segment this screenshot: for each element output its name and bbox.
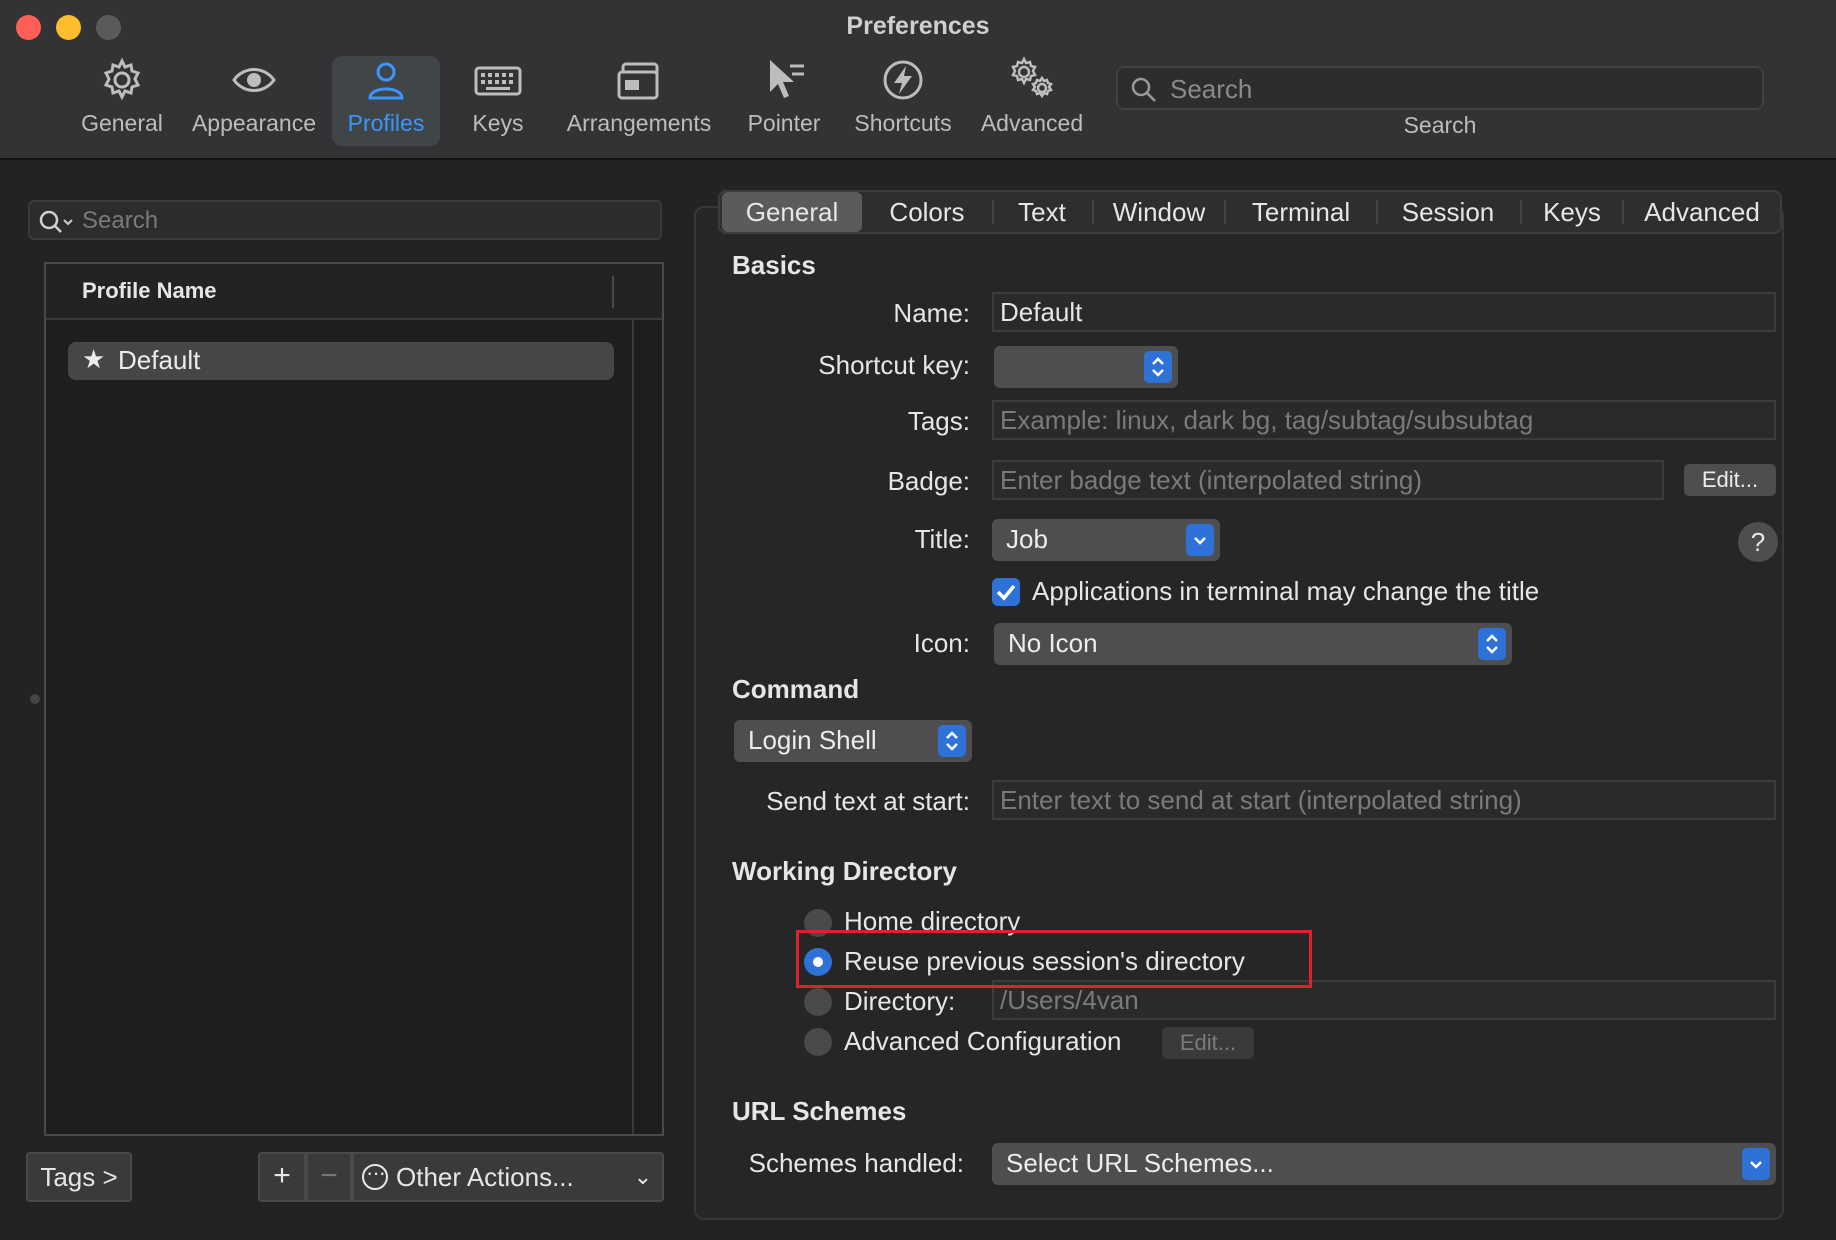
toolbar-shortcuts[interactable]: Shortcuts bbox=[850, 56, 956, 146]
toolbar-advanced[interactable]: Advanced bbox=[978, 56, 1086, 146]
tags-label: Tags: bbox=[907, 406, 970, 436]
schemes-handled-value: Select URL Schemes... bbox=[1006, 1148, 1274, 1178]
command-popup[interactable]: Login Shell bbox=[734, 720, 972, 762]
tab-text[interactable]: Text bbox=[994, 192, 1090, 232]
tab-window[interactable]: Window bbox=[1094, 192, 1224, 232]
pointer-icon bbox=[742, 56, 826, 106]
profile-search-field[interactable] bbox=[28, 200, 662, 240]
ellipsis-circle-icon bbox=[362, 1150, 388, 1196]
up-down-chevron-icon bbox=[938, 725, 966, 757]
toolbar-search-label: Search bbox=[1403, 112, 1477, 138]
toolbar-profiles[interactable]: Profiles bbox=[332, 56, 440, 146]
icon-label: Icon: bbox=[913, 628, 970, 658]
checkmark-icon bbox=[996, 584, 1016, 601]
search-options-icon[interactable] bbox=[38, 208, 78, 236]
icon-value: No Icon bbox=[1008, 628, 1098, 658]
shortcut-key-label: Shortcut key: bbox=[818, 350, 970, 380]
toolbar-search-input[interactable] bbox=[1170, 72, 1750, 106]
schemes-handled-popup[interactable]: Select URL Schemes... bbox=[992, 1143, 1776, 1185]
url-schemes-section-title: URL Schemes bbox=[732, 1096, 907, 1126]
gear-icon bbox=[72, 56, 172, 106]
column-divider bbox=[612, 276, 614, 308]
send-text-input[interactable] bbox=[994, 782, 1774, 818]
profile-table-scroll-divider bbox=[632, 320, 634, 1134]
profile-table: Profile Name ★ Default bbox=[44, 262, 664, 1136]
tags-input[interactable] bbox=[994, 402, 1774, 438]
custom-directory-radio[interactable] bbox=[804, 988, 832, 1016]
remove-profile-button[interactable]: − bbox=[306, 1152, 352, 1202]
toolbar-general[interactable]: General bbox=[72, 56, 172, 146]
chevron-down-icon: ⌄ bbox=[633, 1164, 652, 1189]
title-label: Title: bbox=[914, 524, 970, 554]
send-text-label: Send text at start: bbox=[766, 786, 970, 816]
title-popup[interactable]: Job bbox=[992, 519, 1220, 561]
apps-change-title-label[interactable]: Applications in terminal may change the … bbox=[1032, 576, 1539, 607]
up-down-chevron-icon bbox=[1144, 351, 1172, 383]
toolbar-appearance[interactable]: Appearance bbox=[186, 56, 322, 146]
preferences-window: Preferences General Appearance Profiles … bbox=[0, 0, 1836, 1240]
apps-change-title-checkbox[interactable] bbox=[992, 578, 1020, 606]
person-icon bbox=[332, 56, 440, 106]
toolbar-search-field[interactable] bbox=[1116, 66, 1764, 110]
advanced-configuration-label[interactable]: Advanced Configuration bbox=[844, 1026, 1122, 1057]
help-button[interactable]: ? bbox=[1738, 522, 1778, 562]
star-icon: ★ bbox=[82, 344, 106, 374]
advanced-configuration-edit-button[interactable]: Edit... bbox=[1162, 1027, 1254, 1059]
other-actions-menu[interactable]: Other Actions... ⌄ bbox=[352, 1150, 664, 1202]
name-label: Name: bbox=[893, 298, 970, 328]
tab-general[interactable]: General bbox=[722, 192, 862, 232]
profile-name: Default bbox=[118, 345, 201, 375]
tab-terminal[interactable]: Terminal bbox=[1226, 192, 1376, 232]
command-value: Login Shell bbox=[748, 725, 877, 755]
badge-label: Badge: bbox=[887, 466, 970, 496]
profile-search-input[interactable] bbox=[82, 204, 652, 238]
windows-icon bbox=[562, 56, 716, 106]
chevron-down-icon bbox=[1186, 524, 1214, 556]
advanced-configuration-radio[interactable] bbox=[804, 1028, 832, 1056]
command-section-title: Command bbox=[732, 674, 860, 704]
tab-keys[interactable]: Keys bbox=[1522, 192, 1622, 232]
tags-field[interactable] bbox=[992, 400, 1776, 440]
search-icon bbox=[1130, 76, 1158, 104]
toolbar-pointer[interactable]: Pointer bbox=[742, 56, 826, 146]
keyboard-icon bbox=[460, 56, 536, 106]
annotation-highlight-box bbox=[796, 930, 1312, 988]
toolbar: Preferences General Appearance Profiles … bbox=[0, 0, 1836, 160]
custom-directory-label[interactable]: Directory: bbox=[844, 986, 955, 1017]
profile-table-header: Profile Name bbox=[46, 264, 662, 320]
title-value: Job bbox=[1006, 524, 1048, 554]
icon-popup[interactable]: No Icon bbox=[994, 623, 1512, 665]
schemes-handled-label: Schemes handled: bbox=[748, 1148, 964, 1178]
working-directory-section-title: Working Directory bbox=[732, 856, 957, 886]
name-field[interactable] bbox=[992, 292, 1776, 332]
up-down-chevron-icon bbox=[1478, 628, 1506, 660]
tab-colors[interactable]: Colors bbox=[862, 192, 992, 232]
name-input[interactable] bbox=[994, 294, 1774, 330]
shortcut-key-popup[interactable] bbox=[994, 346, 1178, 388]
tab-advanced[interactable]: Advanced bbox=[1624, 192, 1780, 232]
profile-name-column-header[interactable]: Profile Name bbox=[82, 278, 217, 304]
add-profile-button[interactable]: + bbox=[258, 1152, 306, 1202]
badge-input[interactable] bbox=[994, 462, 1662, 498]
other-actions-label: Other Actions... bbox=[396, 1162, 574, 1192]
badge-field[interactable] bbox=[992, 460, 1664, 500]
gears-icon bbox=[978, 56, 1086, 106]
send-text-field[interactable] bbox=[992, 780, 1776, 820]
tags-button[interactable]: Tags > bbox=[26, 1152, 132, 1202]
toolbar-arrangements[interactable]: Arrangements bbox=[562, 56, 716, 146]
profile-tabs: General Colors Text Window Terminal Sess… bbox=[718, 190, 1782, 234]
tab-session[interactable]: Session bbox=[1378, 192, 1518, 232]
profile-row-default[interactable]: ★ Default bbox=[68, 342, 614, 380]
chevron-down-icon bbox=[1742, 1148, 1770, 1180]
bolt-icon bbox=[850, 56, 956, 106]
toolbar-keys[interactable]: Keys bbox=[460, 56, 536, 146]
eye-icon bbox=[186, 56, 322, 106]
window-title: Preferences bbox=[846, 12, 990, 40]
basics-section-title: Basics bbox=[732, 250, 816, 280]
badge-edit-button[interactable]: Edit... bbox=[1684, 464, 1776, 496]
split-view-handle[interactable] bbox=[30, 694, 40, 704]
